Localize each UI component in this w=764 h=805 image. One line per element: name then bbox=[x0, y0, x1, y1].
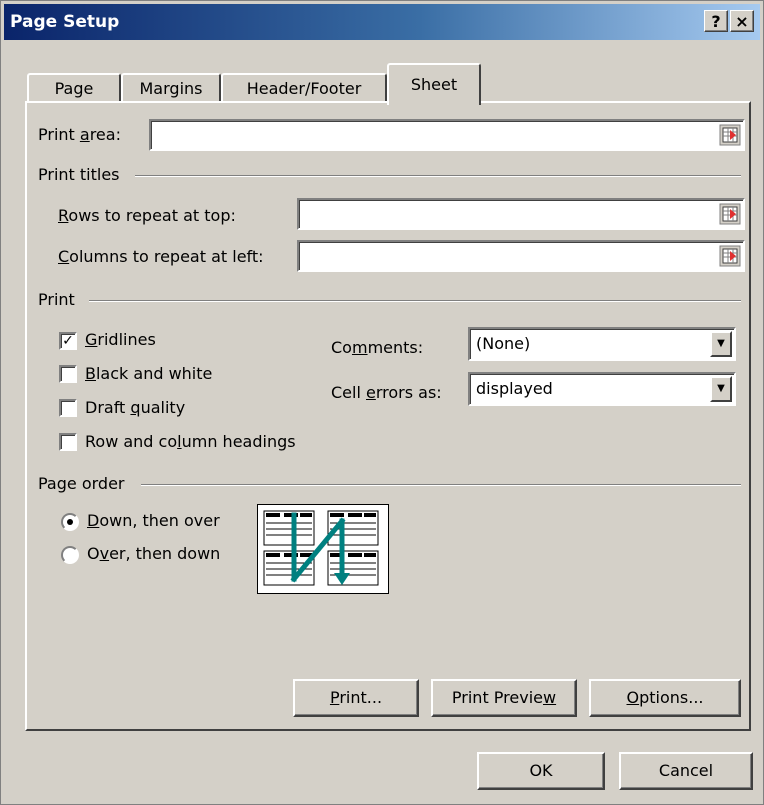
page-order-divider bbox=[141, 484, 741, 486]
print-button[interactable]: Print... bbox=[293, 679, 419, 717]
tab-header-footer[interactable]: Header/Footer bbox=[221, 73, 387, 103]
gridlines-label[interactable]: Gridlines bbox=[85, 330, 156, 349]
page-setup-dialog: Page Setup ? × Page Margins Header/Foote… bbox=[0, 0, 764, 805]
print-preview-button[interactable]: Print Preview bbox=[431, 679, 577, 717]
tab-page[interactable]: Page bbox=[27, 73, 121, 103]
cancel-button[interactable]: Cancel bbox=[619, 752, 753, 790]
dropdown-arrow-icon[interactable]: ▼ bbox=[710, 376, 732, 402]
page-order-heading: Page order bbox=[38, 474, 125, 493]
down-then-over-label[interactable]: Down, then over bbox=[87, 511, 220, 530]
title-bar: Page Setup ? × bbox=[4, 4, 760, 40]
print-heading: Print bbox=[38, 290, 75, 309]
ok-button[interactable]: OK bbox=[477, 752, 605, 790]
black-and-white-checkbox[interactable] bbox=[59, 365, 77, 383]
comments-select[interactable]: (None) ▼ bbox=[468, 327, 736, 361]
row-column-headings-label[interactable]: Row and column headings bbox=[85, 432, 296, 451]
collapse-dialog-icon[interactable] bbox=[719, 124, 741, 146]
tab-margins[interactable]: Margins bbox=[121, 73, 221, 103]
columns-to-repeat-label: Columns to repeat at left: bbox=[58, 247, 264, 266]
down-then-over-radio[interactable] bbox=[61, 513, 79, 531]
columns-to-repeat-input[interactable] bbox=[297, 240, 745, 272]
options-button[interactable]: Options... bbox=[589, 679, 741, 717]
print-titles-divider bbox=[135, 175, 741, 177]
dropdown-arrow-icon[interactable]: ▼ bbox=[710, 331, 732, 357]
tab-sheet[interactable]: Sheet bbox=[387, 63, 481, 105]
help-button[interactable]: ? bbox=[704, 10, 728, 32]
rows-to-repeat-input[interactable] bbox=[297, 198, 745, 230]
over-then-down-label[interactable]: Over, then down bbox=[87, 544, 220, 563]
print-titles-heading: Print titles bbox=[38, 165, 120, 184]
over-then-down-radio[interactable] bbox=[61, 546, 79, 564]
cell-errors-select[interactable]: displayed ▼ bbox=[468, 372, 736, 406]
gridlines-checkbox[interactable]: ✓ bbox=[59, 332, 77, 350]
collapse-dialog-icon[interactable] bbox=[719, 245, 741, 267]
comments-label: Comments: bbox=[331, 338, 424, 357]
row-column-headings-checkbox[interactable] bbox=[59, 433, 77, 451]
print-area-label: Print area: bbox=[38, 125, 121, 144]
draft-quality-checkbox[interactable] bbox=[59, 399, 77, 417]
page-order-diagram-icon bbox=[257, 504, 389, 594]
black-and-white-label[interactable]: Black and white bbox=[85, 364, 212, 383]
rows-to-repeat-label: Rows to repeat at top: bbox=[58, 206, 236, 225]
collapse-dialog-icon[interactable] bbox=[719, 203, 741, 225]
radio-selected-dot bbox=[67, 519, 73, 525]
comments-value: (None) bbox=[476, 334, 531, 353]
draft-quality-label[interactable]: Draft quality bbox=[85, 398, 185, 417]
close-button[interactable]: × bbox=[730, 10, 754, 32]
dialog-title: Page Setup bbox=[10, 12, 120, 32]
print-divider bbox=[89, 300, 741, 302]
print-area-input[interactable] bbox=[149, 119, 745, 151]
cell-errors-label: Cell errors as: bbox=[331, 383, 442, 402]
sheet-tab-panel: Print area: Print titles Rows to repeat … bbox=[25, 101, 751, 731]
cell-errors-value: displayed bbox=[476, 379, 553, 398]
